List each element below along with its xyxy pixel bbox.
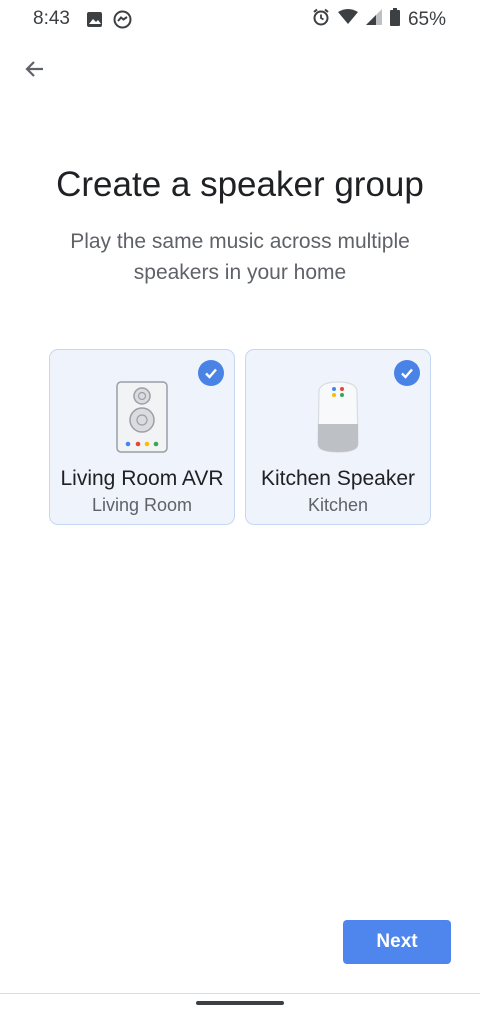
page-title: Create a speaker group [56, 165, 424, 204]
nav-divider [0, 993, 480, 994]
status-bar: 8:43 65% [0, 0, 480, 40]
arrow-back-icon [23, 57, 47, 86]
gesture-nav-handle[interactable] [196, 1001, 284, 1005]
device-name: Living Room AVR [60, 467, 224, 490]
status-time: 8:43 [33, 8, 70, 29]
device-card-kitchen-speaker[interactable]: Kitchen Speaker Kitchen [245, 349, 431, 525]
device-card-living-room-avr[interactable]: Living Room AVR Living Room [49, 349, 235, 525]
speaker-tower-icon [50, 380, 234, 454]
back-button[interactable] [18, 54, 52, 88]
device-name: Kitchen Speaker [260, 467, 416, 490]
alarm-icon [312, 8, 330, 32]
messenger-icon [113, 10, 132, 34]
device-room: Kitchen [307, 495, 369, 515]
device-room: Living Room [91, 495, 193, 515]
image-icon [86, 11, 103, 33]
page-subtitle: Play the same music across multiple spea… [70, 230, 410, 284]
next-button[interactable]: Next [343, 920, 451, 964]
signal-icon [365, 9, 382, 31]
battery-level: 65% [407, 9, 446, 30]
wifi-icon [337, 9, 358, 31]
google-home-icon [246, 380, 430, 454]
battery-icon [389, 8, 400, 32]
